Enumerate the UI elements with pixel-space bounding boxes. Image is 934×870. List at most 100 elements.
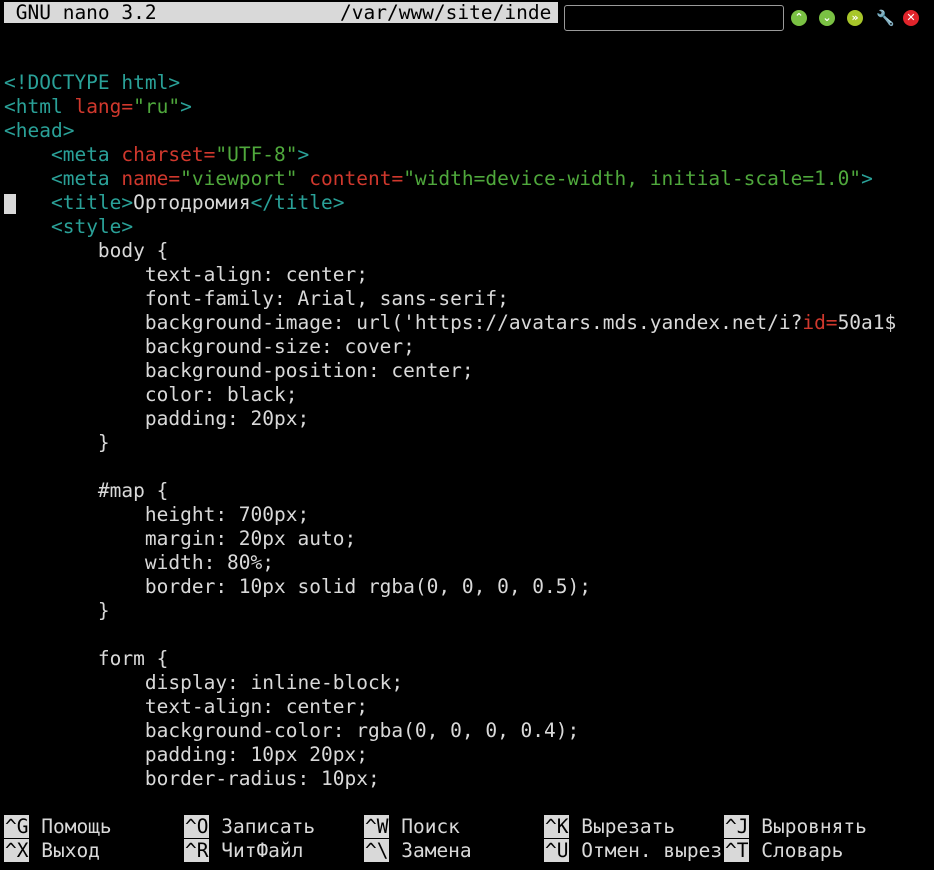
- code-token: "UTF-8": [215, 143, 298, 166]
- code-token: padding: 10px 20px;: [4, 743, 368, 766]
- close-icon[interactable]: ✕: [903, 10, 919, 26]
- code-line: <!DOCTYPE html>: [4, 71, 934, 95]
- shortcut-row: ^G Помощь ^O Записать ^W Поиск ^K Вырезать ^…: [4, 815, 934, 839]
- code-token: }: [4, 599, 110, 622]
- code-token: "ru": [133, 95, 181, 118]
- code-line: text-align: center;: [4, 695, 934, 719]
- code-token: id=: [802, 311, 838, 334]
- code-token: <meta: [50, 167, 122, 190]
- shortcut-item[interactable]: ^X Выход: [4, 839, 100, 863]
- code-token: background-color: rgba(0, 0, 0, 0.4);: [4, 719, 580, 742]
- text-cursor: [4, 194, 16, 214]
- shortcut-item[interactable]: ^G Помощь: [4, 815, 112, 839]
- code-editor[interactable]: <!DOCTYPE html> <html lang="ru"> <head> <m…: [4, 71, 934, 791]
- code-token: color: black;: [4, 383, 298, 406]
- code-line: #map {: [4, 479, 934, 503]
- shortcut-key: ^U: [544, 839, 570, 862]
- shortcut-label: Замена: [389, 839, 472, 862]
- nano-version: GNU nano 3.2: [4, 2, 157, 23]
- code-line: <style>: [4, 215, 934, 239]
- code-token: content=: [309, 167, 404, 190]
- code-line: padding: 10px 20px;: [4, 743, 934, 767]
- shortcut-key: ^T: [724, 839, 750, 862]
- code-token: 50a1$: [837, 311, 897, 334]
- code-line: color: black;: [4, 383, 934, 407]
- shortcut-item[interactable]: ^W Поиск: [364, 815, 460, 839]
- code-line: background-position: center;: [4, 359, 934, 383]
- code-line: <html lang="ru">: [4, 95, 934, 119]
- code-token: </title>: [250, 191, 345, 214]
- code-line: padding: 20px;: [4, 407, 934, 431]
- code-token: #map {: [4, 479, 169, 502]
- code-token: <html: [4, 95, 75, 118]
- code-line: border: 10px solid rgba(0, 0, 0, 0.5);: [4, 575, 934, 599]
- shortcut-label: Выход: [29, 839, 100, 862]
- nano-header: GNU nano 3.2/var/www/site/inde: [4, 2, 558, 23]
- code-token: <meta: [50, 143, 122, 166]
- shortcut-label: Помощь: [29, 815, 112, 838]
- shortcut-label: Поиск: [389, 815, 460, 838]
- shortcut-item[interactable]: ^K Вырезать: [544, 815, 675, 839]
- code-token: name=: [121, 167, 181, 190]
- code-token: background-size: cover;: [4, 335, 415, 358]
- shortcut-key: ^X: [4, 839, 30, 862]
- code-token: height: 700px;: [4, 503, 310, 526]
- shortcut-key: ^\: [364, 839, 390, 862]
- shortcut-item[interactable]: ^J Выровнять: [724, 815, 867, 839]
- chevron-double-down-icon[interactable]: »: [847, 10, 863, 26]
- code-line: border-radius: 10px;: [4, 767, 934, 791]
- code-line: <title>Ортодромия</title>: [4, 191, 934, 215]
- code-token: background-image: url('https://avatars.m…: [4, 311, 803, 334]
- shortcut-item[interactable]: ^R ЧитФайл: [184, 839, 303, 863]
- search-input[interactable]: [564, 5, 784, 31]
- shortcut-label: Словарь: [749, 839, 844, 862]
- code-line: margin: 20px auto;: [4, 527, 934, 551]
- shortcut-bar: ^G Помощь ^O Записать ^W Поиск ^K Вырезать ^…: [4, 815, 934, 863]
- code-line: form {: [4, 647, 934, 671]
- file-path: /var/www/site/inde: [340, 2, 552, 23]
- code-token: <!DOCTYPE html>: [4, 71, 181, 94]
- shortcut-label: Отмен. вырез: [569, 839, 723, 862]
- code-token: >: [180, 95, 192, 118]
- code-token: <head>: [4, 119, 75, 142]
- code-line: <meta charset="UTF-8">: [4, 143, 934, 167]
- code-line: <meta name="viewport" content="width=dev…: [4, 167, 934, 191]
- shortcut-row: ^X Выход ^R ЧитФайл ^\ Замена ^U Отмен. выр…: [4, 839, 934, 863]
- shortcut-label: ЧитФайл: [209, 839, 304, 862]
- code-line: body {: [4, 239, 934, 263]
- code-line: height: 700px;: [4, 503, 934, 527]
- code-token: padding: 20px;: [4, 407, 310, 430]
- code-token: Ортодромия: [133, 191, 251, 214]
- shortcut-key: ^R: [184, 839, 210, 862]
- shortcut-key: ^O: [184, 815, 210, 838]
- chevron-down-icon[interactable]: ⌄: [819, 10, 835, 26]
- chevron-up-icon[interactable]: ⌃: [791, 10, 807, 26]
- code-token: width: 80%;: [4, 551, 275, 574]
- code-token: body {: [4, 239, 169, 262]
- shortcut-key: ^W: [364, 815, 390, 838]
- title-bar: GNU nano 3.2/var/www/site/inde ⌃ ⌄ » 🔧 ✕: [0, 0, 934, 36]
- code-token: >: [297, 143, 310, 166]
- code-line: text-align: center;: [4, 263, 934, 287]
- shortcut-key: ^G: [4, 815, 30, 838]
- code-token: display: inline-block;: [4, 671, 404, 694]
- shortcut-item[interactable]: ^T Словарь: [724, 839, 843, 863]
- code-line: font-family: Arial, sans-serif;: [4, 287, 934, 311]
- code-token: >: [861, 167, 873, 190]
- shortcut-item[interactable]: ^O Записать: [184, 815, 315, 839]
- shortcut-item[interactable]: ^U Отмен. вырез: [544, 839, 722, 863]
- wrench-icon[interactable]: 🔧: [876, 9, 895, 27]
- code-line: width: 80%;: [4, 551, 934, 575]
- code-line: }: [4, 431, 934, 455]
- shortcut-key: ^K: [544, 815, 570, 838]
- code-line: <head>: [4, 119, 934, 143]
- shortcut-key: ^J: [724, 815, 750, 838]
- code-token: form {: [4, 647, 169, 670]
- shortcut-item[interactable]: ^\ Замена: [364, 839, 472, 863]
- code-token: text-align: center;: [4, 263, 368, 286]
